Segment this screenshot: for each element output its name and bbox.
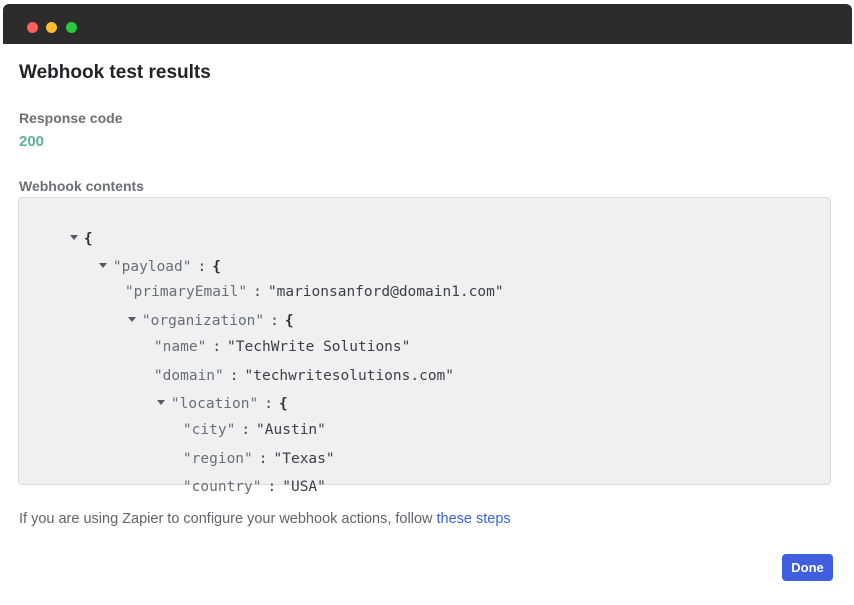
help-text: If you are using Zapier to configure you… — [19, 511, 437, 527]
json-colon: : — [267, 479, 277, 495]
response-code-label: Response code — [19, 110, 123, 126]
json-key: "country" — [182, 479, 262, 495]
response-code-value: 200 — [19, 133, 45, 150]
zapier-help-text: If you are using Zapier to configure you… — [19, 511, 511, 527]
maximize-window-icon[interactable] — [66, 22, 77, 33]
these-steps-link[interactable]: these steps — [437, 511, 511, 527]
minimize-window-icon[interactable] — [46, 22, 57, 33]
json-value: "USA" — [282, 479, 326, 495]
json-viewer: { "payload":{ "primaryEmail": "marionsanf… — [18, 197, 831, 495]
json-country-line: "country": "USA" — [148, 460, 326, 514]
page-title: Webhook test results — [19, 62, 211, 83]
window-titlebar — [3, 4, 852, 44]
webhook-contents-label: Webhook contents — [19, 178, 144, 194]
close-window-icon[interactable] — [27, 22, 38, 33]
json-value: "marionsanford@domain1.com" — [267, 284, 504, 300]
done-button[interactable]: Done — [782, 554, 833, 581]
